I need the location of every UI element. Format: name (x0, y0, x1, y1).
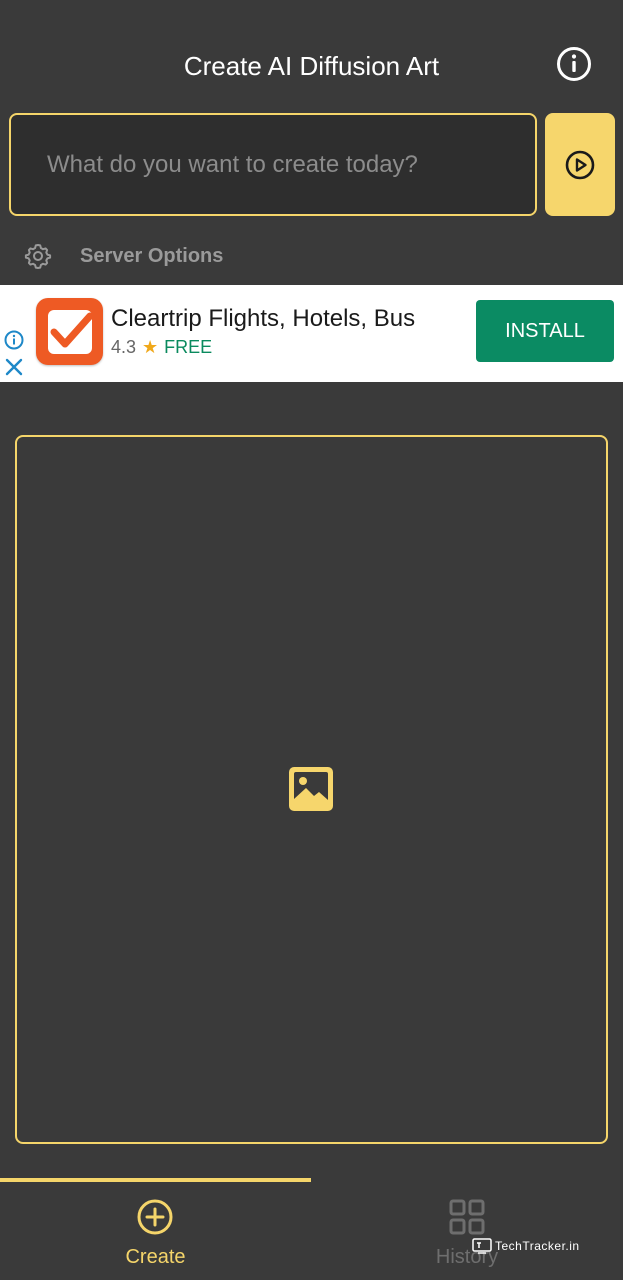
nav-tab-create[interactable]: Create (0, 1182, 311, 1280)
watermark-logo-icon (472, 1238, 492, 1254)
ad-close-icon[interactable] (4, 357, 24, 377)
server-options-button[interactable]: Server Options (24, 238, 223, 274)
plus-circle-icon (137, 1199, 173, 1235)
app-screen: Create AI Diffusion Art Server Options (0, 0, 623, 1280)
ad-meta: 4.3 ★ FREE (111, 336, 212, 358)
ad-app-name: Cleartrip Flights, Hotels, Bus (111, 305, 416, 332)
image-icon (289, 767, 333, 811)
play-circle-icon (565, 150, 595, 179)
ad-price: FREE (164, 337, 213, 357)
info-circle-icon (557, 47, 591, 81)
star-icon: ★ (142, 337, 159, 357)
grid-icon (449, 1199, 485, 1235)
nav-tab-history[interactable]: History (311, 1182, 623, 1280)
ad-install-button[interactable]: INSTALL (476, 300, 614, 362)
page-title: Create AI Diffusion Art (183, 51, 440, 81)
checkmark-icon (47, 309, 93, 354)
ad-app-logo (36, 298, 103, 365)
watermark-text: TechTracker.in (495, 1239, 580, 1253)
nav-label-create: Create (125, 1246, 186, 1268)
prompt-field-container (9, 113, 537, 216)
watermark: TechTracker.in (472, 1236, 580, 1256)
prompt-input[interactable] (45, 149, 535, 180)
ad-info-icon[interactable] (4, 330, 24, 350)
ad-rating: 4.3 (111, 337, 137, 357)
generate-button[interactable] (545, 113, 615, 216)
info-button[interactable] (556, 46, 592, 82)
server-options-label: Server Options (80, 244, 224, 267)
gear-icon (24, 244, 52, 269)
